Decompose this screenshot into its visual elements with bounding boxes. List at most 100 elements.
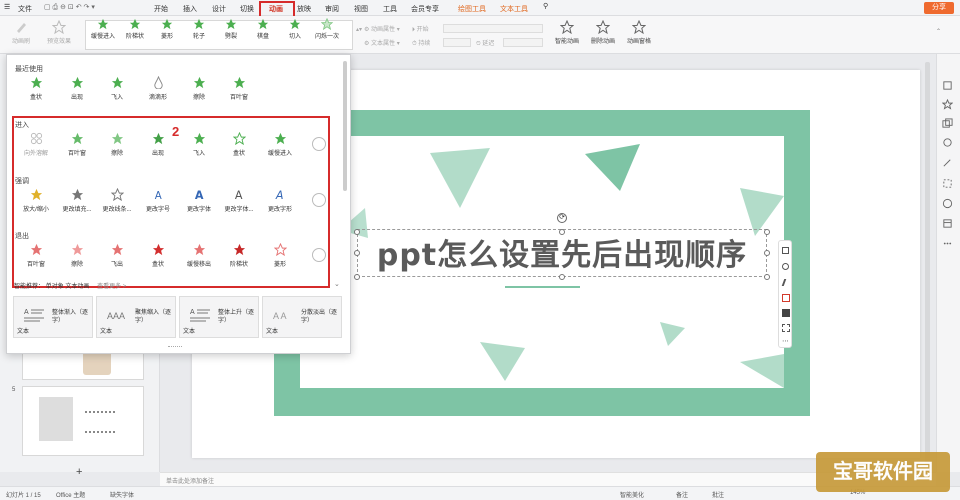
exit-wipe[interactable]: 擦除 [58,243,96,268]
emphasis-font-style[interactable]: A 更改字形 [261,188,299,213]
animation-pane-button[interactable]: 动画窗格 [622,20,656,45]
emphasis-font-color[interactable]: A 更改字体... [220,188,258,213]
tab-design[interactable]: 设计 [212,4,226,14]
crop-icon[interactable] [782,324,790,332]
vertical-scrollbar[interactable] [925,62,930,464]
slide-title[interactable]: ppt怎么设置先后出现顺序 [358,232,766,280]
panel-scrollbar[interactable] [343,61,347,191]
panel-resize-grip[interactable] [168,346,182,349]
exit-fly-out[interactable]: 飞出 [98,243,136,268]
enter-slow-enter[interactable]: 缓慢进入 [261,132,299,157]
missing-font-indicator[interactable]: 缺失字体 [110,490,134,499]
enter-wipe[interactable]: 擦除 [98,132,136,157]
tab-view[interactable]: 视图 [354,4,368,14]
shape-icon[interactable] [782,263,789,270]
enter-appear[interactable]: 出现 [139,132,177,157]
gallery-wheel[interactable]: 轮子 [185,18,213,40]
tab-insert[interactable]: 插入 [183,4,197,14]
tab-slideshow[interactable]: 放映 [297,4,311,14]
smart-card-2[interactable]: AAA 聚焦缩入（逐字） 文本 [96,296,176,338]
search-icon[interactable]: ⚲ [543,2,548,10]
smart-beautify-button[interactable]: 智能美化 [620,490,644,499]
animation-painter-button[interactable]: 动画刷 [6,20,36,45]
star-outline-icon[interactable] [942,99,953,110]
gallery-cut-in[interactable]: 切入 [281,18,309,40]
exit-blinds[interactable]: 百叶窗 [17,243,55,268]
slide-thumbnail-5[interactable] [22,386,144,456]
gallery-split[interactable]: 劈裂 [217,18,245,40]
magic-icon[interactable] [942,157,953,168]
share-button[interactable]: 分享 [924,2,954,14]
emphasis-font-size[interactable]: A 更改字号 [139,188,177,213]
help-icon[interactable] [942,198,953,209]
animation-properties-option[interactable]: ⚙ 动画属性 ▾ [364,24,400,33]
delay-input[interactable] [503,38,543,47]
expand-emphasis-chevron-icon[interactable] [312,193,326,207]
resize-handle[interactable] [559,229,565,235]
gallery-flash-once[interactable]: 闪烁一次 [313,18,341,40]
layer-icon[interactable] [782,247,789,254]
text-properties-option[interactable]: ⚙ 文本属性 ▾ [364,38,400,47]
expand-exit-chevron-icon[interactable] [312,248,326,262]
emphasis-grow-shrink[interactable]: 放大/缩小 [17,188,55,213]
smart-card-4[interactable]: A A 分散淡出（逐字） 文本 [262,296,342,338]
smart-card-3[interactable]: A 整体上升（逐字） 文本 [179,296,259,338]
smart-animation-button[interactable]: 智能动画 [550,20,584,45]
recent-box[interactable]: 盒状 [17,76,55,101]
tab-review[interactable]: 审阅 [325,4,339,14]
resize-handle[interactable] [764,274,770,280]
view-more-link[interactable]: 查看更多 > [97,284,126,290]
copy-icon[interactable] [942,118,953,129]
tab-member[interactable]: 会员专享 [411,4,439,14]
comment-toggle[interactable]: 批注 [712,490,724,499]
style-icon[interactable] [942,137,953,148]
file-menu[interactable]: 文件 [18,4,32,14]
resize-handle[interactable] [764,229,770,235]
resize-handle[interactable] [559,274,565,280]
preview-effect-button[interactable]: 预览效果 [44,20,74,45]
outline-icon[interactable] [782,309,790,317]
expand-enter-chevron-icon[interactable] [312,137,326,151]
gallery-expand-icon[interactable]: ▴▾ [356,26,362,33]
recent-wipe[interactable]: 擦除 [180,76,218,101]
resize-handle[interactable] [354,274,360,280]
gallery-checkerboard[interactable]: 棋盘 [249,18,277,40]
text-animation-tab[interactable]: 文本动画 [65,284,89,290]
smart-card-1[interactable]: A 整体渐入（逐字） 文本 [13,296,93,338]
tab-home[interactable]: 开始 [154,4,168,14]
collapse-ribbon-icon[interactable]: ⌃ [936,28,941,35]
enter-box[interactable]: 盒状 [220,132,258,157]
exit-stairs[interactable]: 阶梯状 [220,243,258,268]
theme-name[interactable]: Office 主题 [56,490,85,499]
tab-tools[interactable]: 工具 [383,4,397,14]
tab-text-tools[interactable]: 文本工具 [500,4,528,14]
quick-access-icons[interactable]: ▢ ⎙ ⊖ ⊡ ↶ ↷ ▾ [44,3,95,12]
exit-slow-out[interactable]: 缓慢移出 [180,243,218,268]
rotate-handle-icon[interactable]: ⟳ [557,213,567,223]
enter-fly-in[interactable]: 飞入 [180,132,218,157]
tab-drawing-tools[interactable]: 绘图工具 [458,4,486,14]
single-object-tab[interactable]: 单对象 [46,284,64,290]
frame-icon[interactable] [942,178,953,189]
fill-color-icon[interactable] [782,294,790,302]
recent-drop[interactable]: 滴滴形 [139,76,177,101]
gallery-stairs[interactable]: 阶梯状 [121,18,149,40]
resize-handle[interactable] [764,250,770,256]
chevron-down-icon[interactable]: ⌄ [334,280,340,288]
notes-toggle[interactable]: 备注 [676,490,688,499]
enter-blinds[interactable]: 百叶窗 [58,132,96,157]
delete-animation-button[interactable]: 删除动画 [586,20,620,45]
layout-icon[interactable] [942,218,953,229]
gallery-diamond[interactable]: 菱形 [153,18,181,40]
duration-input[interactable] [443,38,471,47]
add-slide-button[interactable]: + [76,466,82,478]
resize-handle[interactable] [354,229,360,235]
emphasis-change-fill[interactable]: 更改填充... [58,188,96,213]
more-options-icon[interactable] [942,238,953,249]
menu-icon[interactable]: ☰ [4,3,10,11]
tab-transition[interactable]: 切换 [240,4,254,14]
more-icon[interactable]: ⋯ [782,338,789,345]
select-pane-icon[interactable] [942,80,953,91]
exit-diamond[interactable]: 菱形 [261,243,299,268]
recent-blinds[interactable]: 百叶窗 [220,76,258,101]
